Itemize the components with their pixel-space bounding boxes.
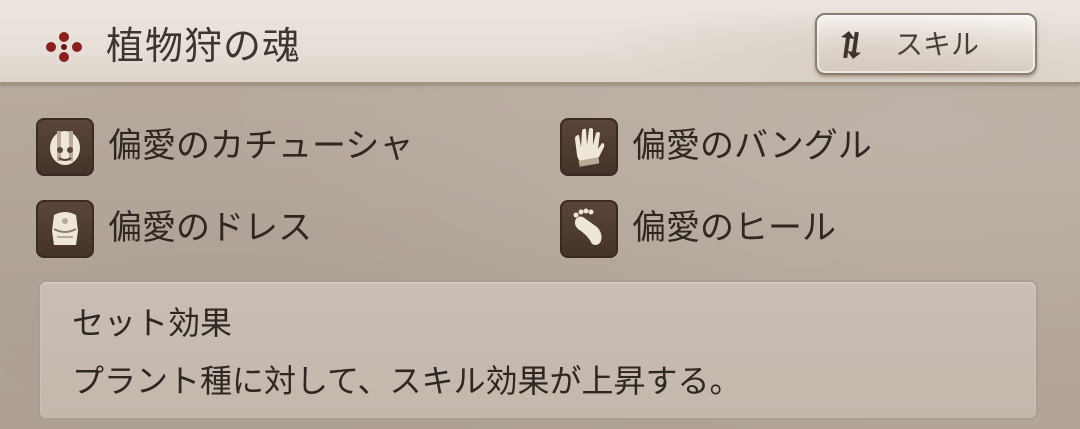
equipment-icon-frame (36, 200, 94, 258)
set-effect-box: セット効果 プラント種に対して、スキル効果が上昇する。 (38, 280, 1038, 420)
dress-icon (52, 212, 78, 245)
panel-header: 植物狩の魂 スキル (0, 0, 1080, 84)
swap-arrows-icon (841, 31, 861, 59)
equipment-name: 偏愛のバングル (632, 126, 872, 166)
equipment-name: 偏愛のヒール (632, 208, 836, 248)
quatrefoil-icon (46, 32, 82, 62)
head-icon (50, 131, 80, 165)
set-effect-description: プラント種に対して、スキル効果が上昇する。 (72, 362, 742, 400)
equipment-icon-frame (560, 118, 618, 176)
equipment-name: 偏愛のドレス (108, 208, 312, 248)
set-effect-title: セット効果 (72, 304, 233, 342)
skill-button-label: スキル (895, 28, 980, 61)
equipment-name: 偏愛のカチューシャ (108, 126, 414, 166)
equipment-icon-frame (36, 118, 94, 176)
equipment-icon-frame (560, 200, 618, 258)
set-title: 植物狩の魂 (106, 24, 302, 68)
foot-icon (573, 208, 602, 245)
skill-button[interactable]: スキル (815, 13, 1037, 75)
glove-icon (575, 128, 605, 167)
set-info-panel: 植物狩の魂 スキル 偏愛のカチューシャ 偏愛のバングル 偏愛のドレス 偏愛のヒー… (0, 0, 1080, 429)
